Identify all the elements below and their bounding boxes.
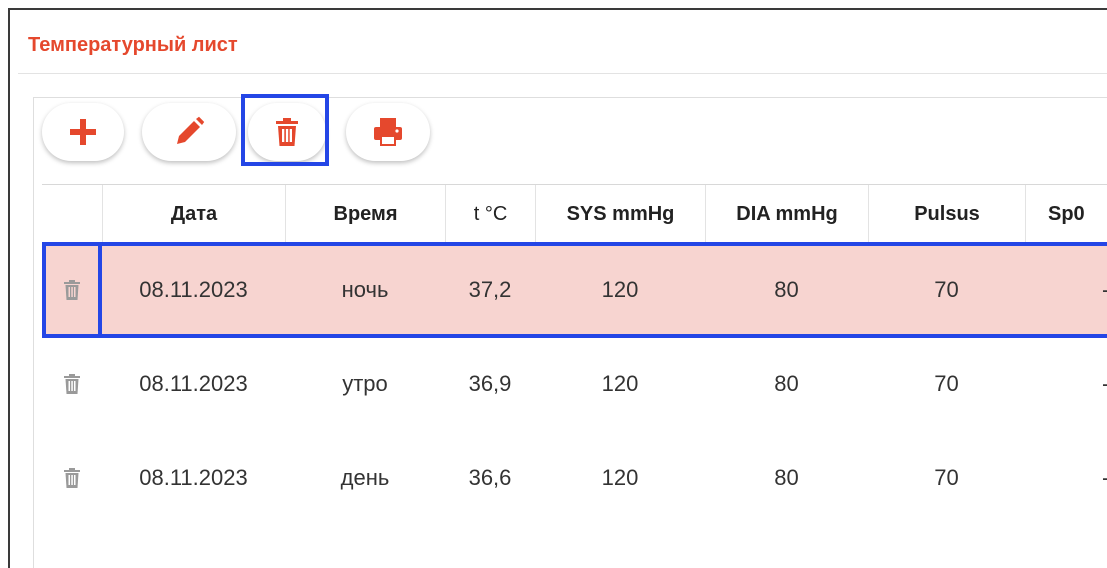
- cell-spo2: -: [1025, 244, 1107, 336]
- cell-time: день: [340, 465, 390, 490]
- cell-time: ночь: [341, 277, 389, 302]
- cell-sys: 120: [601, 371, 639, 396]
- cell-dia: 80: [774, 277, 799, 302]
- trash-icon: [64, 374, 80, 394]
- panel-title: Температурный лист: [28, 34, 238, 56]
- printer-icon: [374, 118, 402, 146]
- cell-date: 08.11.2023: [139, 371, 248, 396]
- row-delete-button[interactable]: [42, 432, 102, 524]
- cell-date: 08.11.2023: [139, 465, 248, 490]
- header-sys[interactable]: SYS mmHg: [535, 185, 705, 243]
- cell-temperature: 36,6: [468, 465, 512, 490]
- header-action: [42, 185, 102, 243]
- cell-dia: 80: [774, 371, 799, 396]
- table-header: Дата Время t °C SYS mmHg DIA mmHg Pulsus…: [42, 184, 1107, 244]
- cell-spo2: -: [1025, 338, 1107, 430]
- plus-icon: [70, 119, 96, 145]
- header-temperature[interactable]: t °C: [445, 185, 535, 243]
- header-time[interactable]: Время: [285, 185, 445, 243]
- row-delete-button[interactable]: [42, 338, 102, 430]
- cell-spo2: -: [1025, 432, 1107, 524]
- table-row[interactable]: 08.11.2023 утро 36,9 120 80 70 -: [42, 338, 1107, 430]
- cell-pulsus: 70: [934, 277, 959, 302]
- cell-time: утро: [342, 371, 388, 396]
- pencil-icon: [177, 116, 205, 144]
- header-spo2[interactable]: Sp0: [1025, 185, 1107, 243]
- edit-button[interactable]: [142, 103, 236, 161]
- print-button[interactable]: [346, 103, 430, 161]
- cell-sys: 120: [601, 465, 639, 490]
- trash-icon: [276, 118, 298, 146]
- cell-pulsus: 70: [934, 465, 959, 490]
- table-row[interactable]: 08.11.2023 ночь 37,2 120 80 70 -: [42, 244, 1107, 336]
- cell-temperature: 37,2: [468, 277, 512, 302]
- table-row[interactable]: 08.11.2023 день 36,6 120 80 70 -: [42, 432, 1107, 524]
- header-pulsus[interactable]: Pulsus: [868, 185, 1025, 243]
- header-date[interactable]: Дата: [102, 185, 285, 243]
- cell-dia: 80: [774, 465, 799, 490]
- cell-temperature: 36,9: [468, 371, 512, 396]
- row-delete-button[interactable]: [42, 244, 102, 336]
- title-divider: [18, 73, 1107, 74]
- cell-sys: 120: [601, 277, 639, 302]
- cell-date: 08.11.2023: [139, 277, 248, 302]
- trash-icon: [64, 280, 80, 300]
- add-button[interactable]: [42, 103, 124, 161]
- delete-button[interactable]: [248, 103, 326, 161]
- header-dia[interactable]: DIA mmHg: [705, 185, 868, 243]
- trash-icon: [64, 468, 80, 488]
- cell-pulsus: 70: [934, 371, 959, 396]
